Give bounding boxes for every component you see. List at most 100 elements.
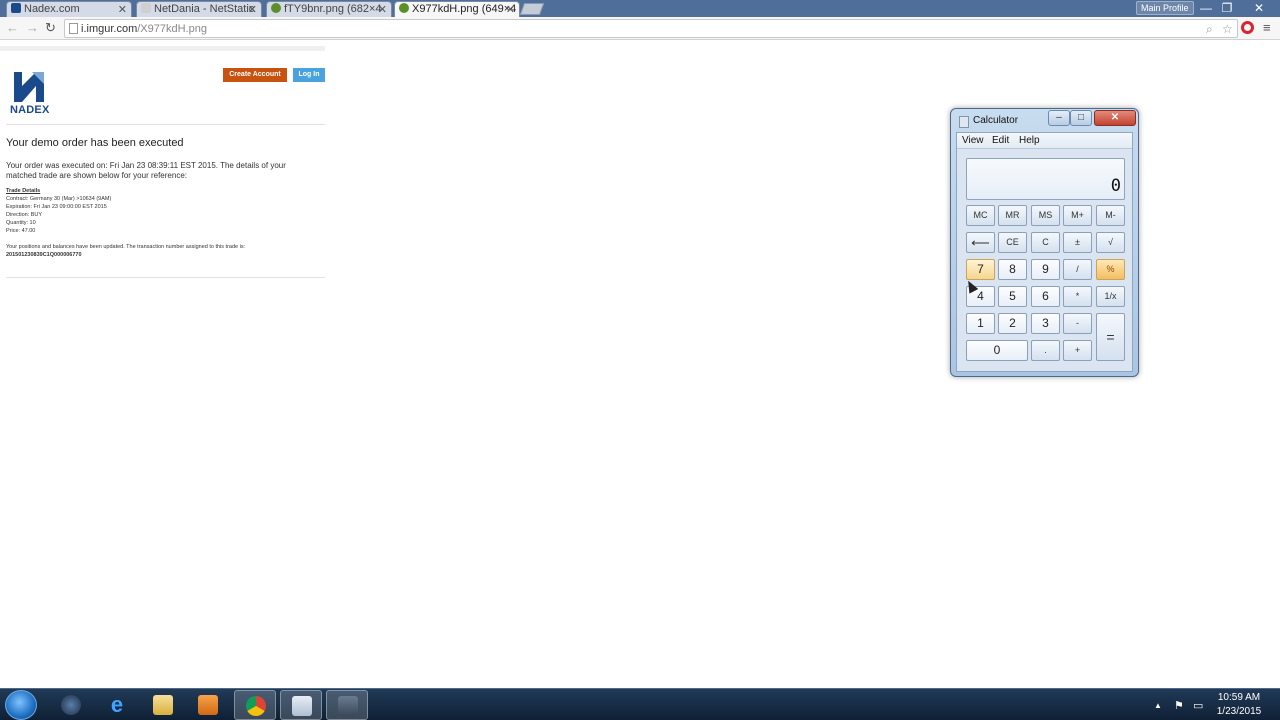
memory-add-button[interactable]: M+ <box>1063 205 1092 226</box>
reload-icon[interactable]: ↻ <box>45 20 56 36</box>
calculator-menu-bar: View Edit Help <box>957 133 1132 149</box>
percent-button[interactable]: % <box>1096 259 1125 280</box>
tab-title: NetDania - NetStatic <box>154 3 255 15</box>
chrome-icon <box>246 696 266 716</box>
minimize-icon[interactable]: – <box>1048 110 1070 126</box>
browser-toolbar: ← → ↻ i.imgur.com/X977kdH.png ⌕ ☆ <box>0 17 1280 40</box>
trade-details: Trade Details Contract: Germany 30 (Mar)… <box>6 187 111 235</box>
memory-clear-button[interactable]: MC <box>966 205 995 226</box>
subtract-button[interactable]: - <box>1063 313 1092 334</box>
system-clock[interactable]: 10:59 AM 1/23/2015 <box>1214 691 1264 719</box>
taskbar-calculator[interactable] <box>280 690 322 720</box>
calculator-app-icon <box>959 116 969 128</box>
add-button[interactable]: + <box>1063 340 1092 361</box>
body-line: Your order was executed on: Fri Jan 23 0… <box>6 161 286 170</box>
trade-price: Price: 47.00 <box>6 228 36 234</box>
update-text: Your positions and balances have been up… <box>6 244 246 250</box>
digit-1-button[interactable]: 1 <box>966 313 995 334</box>
tab-close-icon[interactable]: ✕ <box>506 3 515 16</box>
bookmark-star-icon[interactable]: ☆ <box>1222 22 1233 36</box>
digit-0-button[interactable]: 0 <box>966 340 1028 361</box>
tab-image-2[interactable]: X977kdH.png (649×4 ✕ <box>394 1 520 17</box>
trade-contract: Contract: Germany 30 (Mar) >10634 (9AM) <box>6 196 112 202</box>
browser-tab-strip: Nadex.com ✕ NetDania - NetStatic ✕ fTY9b… <box>0 0 1280 17</box>
update-notice: Your positions and balances have been up… <box>6 243 245 259</box>
url-text: i.imgur.com/X977kdH.png <box>81 23 207 35</box>
taskbar-app[interactable] <box>326 690 368 720</box>
tab-title: Nadex.com <box>24 3 80 15</box>
tab-close-icon[interactable]: ✕ <box>118 3 127 16</box>
forward-arrow-icon[interactable]: → <box>26 20 39 35</box>
menu-view[interactable]: View <box>962 135 984 146</box>
menu-edit[interactable]: Edit <box>992 135 1009 146</box>
restore-icon[interactable]: ❐ <box>1216 0 1238 16</box>
email-heading: Your demo order has been executed <box>6 137 184 149</box>
show-hidden-icons-icon[interactable]: ▲ <box>1154 701 1162 710</box>
taskbar-chrome[interactable] <box>234 690 276 720</box>
multiply-button[interactable]: * <box>1063 286 1092 307</box>
close-icon[interactable]: ✕ <box>1248 0 1270 16</box>
memory-store-button[interactable]: MS <box>1031 205 1060 226</box>
decimal-button[interactable]: . <box>1031 340 1060 361</box>
digit-2-button[interactable]: 2 <box>998 313 1027 334</box>
opera-extension-icon[interactable] <box>1241 21 1254 34</box>
clear-entry-button[interactable]: CE <box>998 232 1027 253</box>
equals-button[interactable]: = <box>1096 313 1125 361</box>
taskbar-ie[interactable]: e <box>96 690 138 720</box>
taskbar-media-player[interactable] <box>187 690 229 720</box>
tab-image-1[interactable]: fTY9bnr.png (682×4 ✕ <box>266 1 392 17</box>
tab-close-icon[interactable]: ✕ <box>248 3 257 16</box>
calculator-window: Calculator – □ ✕ View Edit Help 0 MC MR … <box>950 108 1139 377</box>
browser-menu-icon[interactable]: ≡ <box>1263 20 1271 35</box>
tab-nadex[interactable]: Nadex.com ✕ <box>6 1 132 17</box>
clear-button[interactable]: C <box>1031 232 1060 253</box>
clock-time: 10:59 AM <box>1217 692 1261 703</box>
new-tab-button[interactable] <box>519 3 545 15</box>
digit-9-button[interactable]: 9 <box>1031 259 1060 280</box>
media-player-icon <box>198 695 218 715</box>
menu-help[interactable]: Help <box>1019 135 1040 146</box>
nadex-favicon-icon <box>11 3 21 13</box>
calculator-icon <box>292 696 312 716</box>
back-arrow-icon[interactable]: ← <box>6 20 19 35</box>
transaction-number: 201501230839C1Q000006770 <box>6 252 82 258</box>
clock-date: 1/23/2015 <box>1216 706 1262 717</box>
square-root-button[interactable]: √ <box>1096 232 1125 253</box>
address-bar[interactable]: i.imgur.com/X977kdH.png ⌕ ☆ <box>64 19 1238 38</box>
display-value: 0 <box>1110 176 1121 196</box>
minimize-icon[interactable]: — <box>1195 0 1217 16</box>
divide-button[interactable]: / <box>1063 259 1092 280</box>
login-button[interactable]: Log In <box>293 68 325 82</box>
nadex-logo-text: NADEX <box>10 104 50 116</box>
trade-quantity: Quantity: 10 <box>6 220 36 226</box>
trade-expiration: Expiration: Fri Jan 23 09:00:00 EST 2015 <box>6 204 107 210</box>
url-path: /X977kdH.png <box>137 23 207 35</box>
start-button[interactable] <box>5 690 37 720</box>
search-icon[interactable]: ⌕ <box>1206 22 1213 37</box>
digit-7-button[interactable]: 7 <box>966 259 995 280</box>
body-line: matched trade are shown below for your r… <box>6 170 187 180</box>
network-icon[interactable]: ▭ <box>1193 699 1203 712</box>
taskbar-steam[interactable] <box>50 690 92 720</box>
digit-3-button[interactable]: 3 <box>1031 313 1060 334</box>
backspace-button[interactable]: ⟵ <box>966 232 995 253</box>
digit-8-button[interactable]: 8 <box>998 259 1027 280</box>
close-icon[interactable]: ✕ <box>1094 110 1136 126</box>
memory-subtract-button[interactable]: M- <box>1096 205 1125 226</box>
trade-direction: Direction: BUY <box>6 212 43 218</box>
maximize-icon[interactable]: □ <box>1070 110 1092 126</box>
create-account-button[interactable]: Create Account <box>223 68 287 82</box>
tab-netdania[interactable]: NetDania - NetStatic ✕ <box>136 1 262 17</box>
digit-6-button[interactable]: 6 <box>1031 286 1060 307</box>
action-center-icon[interactable]: ⚑ <box>1174 699 1184 712</box>
plus-minus-button[interactable]: ± <box>1063 232 1092 253</box>
memory-recall-button[interactable]: MR <box>998 205 1027 226</box>
reciprocal-button[interactable]: 1/x <box>1096 286 1125 307</box>
page-favicon-icon <box>141 3 151 13</box>
profile-button[interactable]: Main Profile <box>1136 1 1194 15</box>
imgur-favicon-icon <box>399 3 409 13</box>
tab-close-icon[interactable]: ✕ <box>378 3 387 16</box>
trade-details-label: Trade Details <box>6 188 41 194</box>
taskbar-explorer[interactable] <box>142 690 184 720</box>
digit-5-button[interactable]: 5 <box>998 286 1027 307</box>
